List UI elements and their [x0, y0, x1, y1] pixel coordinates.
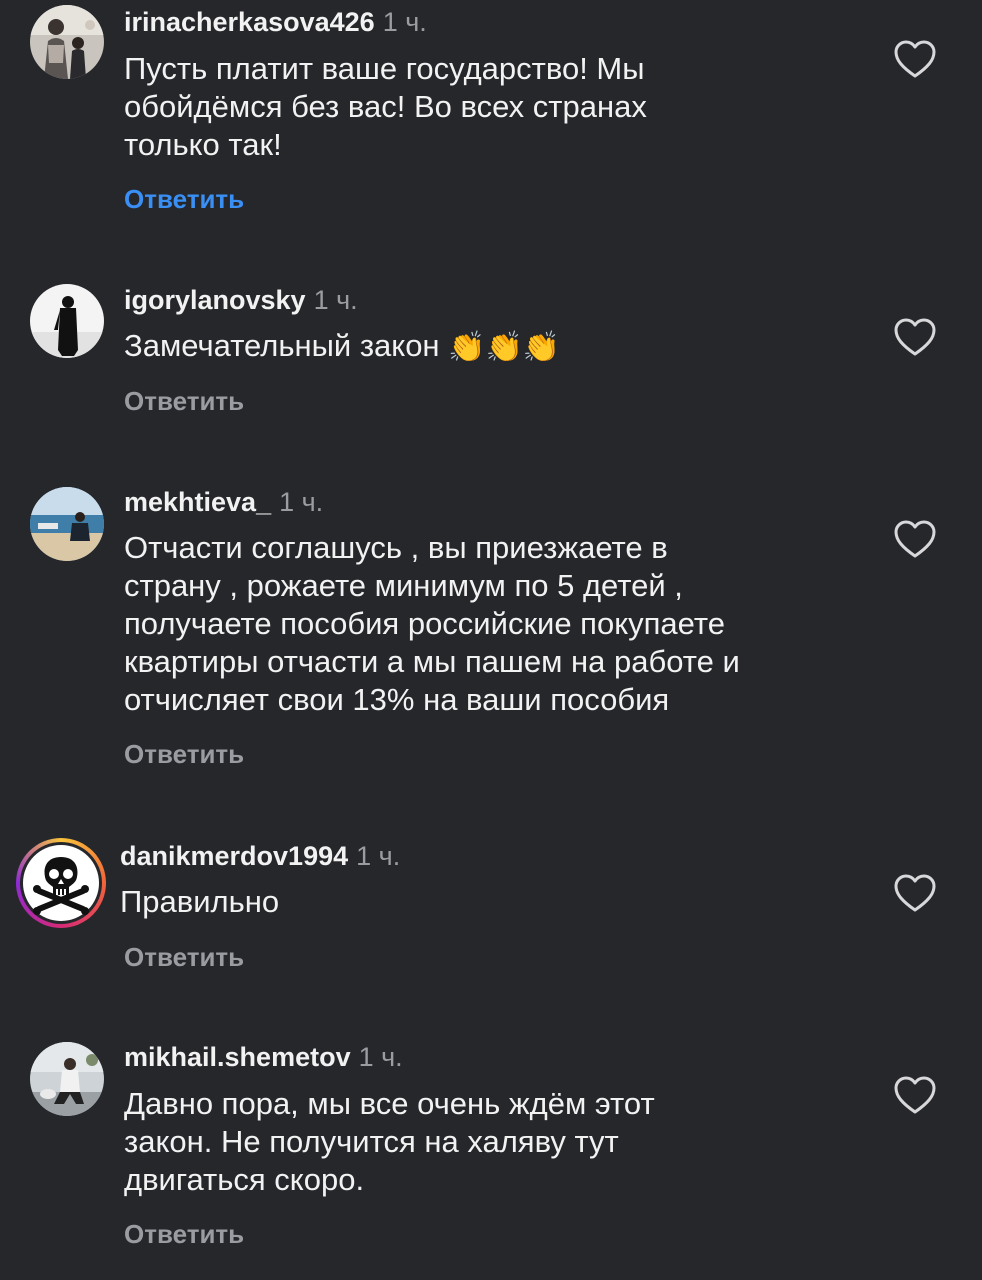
- reply-button[interactable]: Ответить: [124, 184, 244, 214]
- comment-time: 1 ч.: [356, 841, 401, 871]
- comment-text-line: получаете пособия российские покупаете: [124, 606, 725, 641]
- reply-button[interactable]: Ответить: [124, 386, 244, 416]
- avatar[interactable]: [30, 1042, 104, 1116]
- comment-time: 1 ч.: [279, 487, 324, 517]
- username[interactable]: mekhtieva_: [124, 487, 271, 517]
- comment-text-line: квартиры отчасти а мы пашем на работе и: [124, 644, 740, 679]
- comment-text: Правильно: [120, 883, 860, 921]
- comment-text-line: отчисляет свои 13% на ваши пособия: [124, 682, 670, 717]
- comment-text-line: Давно пора, мы все очень ждём этот: [124, 1086, 655, 1121]
- comment-text-line: Правильно: [120, 884, 280, 919]
- comment-text-line: двигаться скоро.: [124, 1162, 365, 1197]
- skull-crossbones-icon: [33, 857, 89, 915]
- heart-icon: [894, 40, 936, 78]
- like-button[interactable]: [894, 40, 936, 80]
- username[interactable]: igorylanovsky: [124, 285, 306, 315]
- heart-icon: [894, 874, 936, 912]
- like-button[interactable]: [894, 1076, 936, 1116]
- clapping-hands-emoji: 👏👏👏: [448, 330, 561, 364]
- reply-button[interactable]: Ответить: [124, 942, 244, 972]
- avatar-with-story-ring[interactable]: [16, 838, 106, 928]
- like-button[interactable]: [894, 318, 936, 358]
- comment-text-line: закон. Не получится на халяву тут: [124, 1124, 619, 1159]
- like-button[interactable]: [894, 520, 936, 560]
- username[interactable]: irinacherkasova426: [124, 7, 375, 37]
- heart-icon: [894, 318, 936, 356]
- comment-text: Пусть платит ваше государство! Мы обойдё…: [124, 50, 864, 164]
- username[interactable]: danikmerdov1994: [120, 841, 348, 871]
- username[interactable]: mikhail.shemetov: [124, 1042, 351, 1072]
- comment-text: Давно пора, мы все очень ждём этот закон…: [124, 1085, 864, 1199]
- comment-text-line: Отчасти соглашусь , вы приезжаете в: [124, 530, 668, 565]
- comment-text-line: только так!: [124, 127, 282, 162]
- heart-icon: [894, 1076, 936, 1114]
- comment-time: 1 ч.: [358, 1042, 403, 1072]
- comment-text: Отчасти соглашусь , вы приезжаете в стра…: [124, 529, 884, 719]
- comment-time: 1 ч.: [382, 7, 427, 37]
- comment-text-line: Замечательный закон: [124, 328, 440, 363]
- comment-text-line: Пусть платит ваше государство! Мы: [124, 51, 645, 86]
- reply-button[interactable]: Ответить: [124, 1219, 244, 1249]
- avatar[interactable]: [30, 487, 104, 561]
- like-button[interactable]: [894, 874, 936, 914]
- avatar[interactable]: [30, 5, 104, 79]
- heart-icon: [894, 520, 936, 558]
- comment-text-line: страну , рожаете минимум по 5 детей ,: [124, 568, 683, 603]
- comment-text: Замечательный закон 👏👏👏: [124, 327, 864, 367]
- comment-text-line: обойдёмся без вас! Во всех странах: [124, 89, 647, 124]
- comment-time: 1 ч.: [313, 285, 358, 315]
- avatar[interactable]: [30, 284, 104, 358]
- reply-button[interactable]: Ответить: [124, 739, 244, 769]
